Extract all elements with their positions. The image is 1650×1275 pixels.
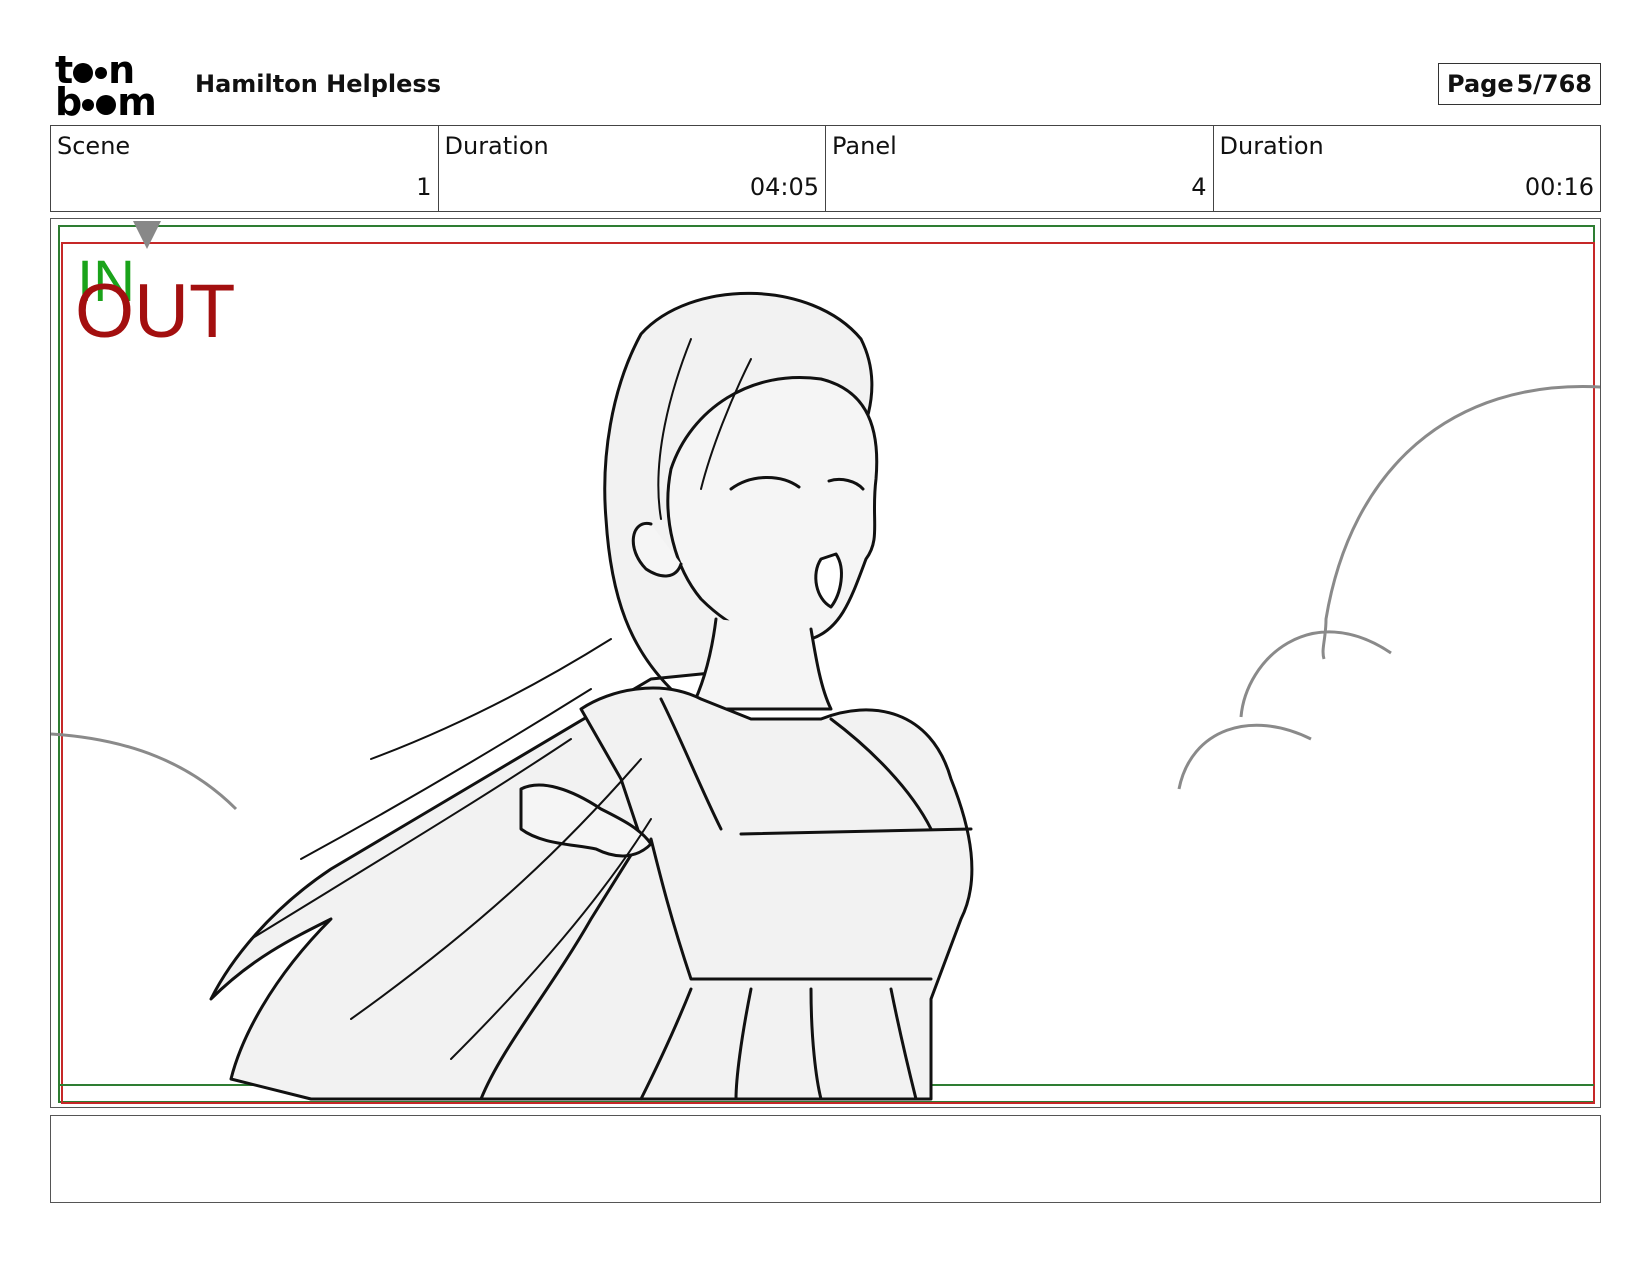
scene-label: Scene — [57, 132, 131, 160]
scene-duration-cell: Duration 04:05 — [439, 126, 826, 211]
out-marker: OUT — [75, 269, 235, 354]
panel-info-table: Scene 1 Duration 04:05 Panel 4 Duration … — [50, 125, 1601, 212]
cloud-right — [1177, 385, 1600, 790]
scene-duration-label: Duration — [444, 132, 549, 160]
panel-cell: Panel 4 — [826, 126, 1214, 211]
cloud-left — [51, 732, 238, 811]
panel-label: Panel — [832, 132, 897, 160]
panel-duration-label: Duration — [1219, 132, 1324, 160]
panel-duration-cell: Duration 00:16 — [1214, 126, 1601, 211]
page-label: Page — [1447, 70, 1514, 98]
storyboard-panel: IN OUT — [50, 218, 1601, 1108]
scene-duration-value: 04:05 — [749, 173, 819, 201]
page-value: 5/768 — [1516, 70, 1592, 98]
panel-duration-value: 00:16 — [1524, 173, 1594, 201]
panel-sketch: IN OUT — [51, 221, 1600, 1104]
panel-value: 4 — [1191, 173, 1207, 201]
scene-cell: Scene 1 — [51, 126, 439, 211]
page-indicator: Page 5/768 — [1438, 63, 1601, 105]
scene-value: 1 — [416, 173, 432, 201]
logo-bottom-row: bm — [55, 80, 157, 124]
panel-notes[interactable] — [50, 1115, 1601, 1203]
character-sketch — [209, 291, 974, 1101]
project-title: Hamilton Helpless — [195, 70, 441, 98]
toon-boom-logo: tn bm — [55, 51, 175, 124]
camera-marker-icon — [133, 221, 161, 249]
